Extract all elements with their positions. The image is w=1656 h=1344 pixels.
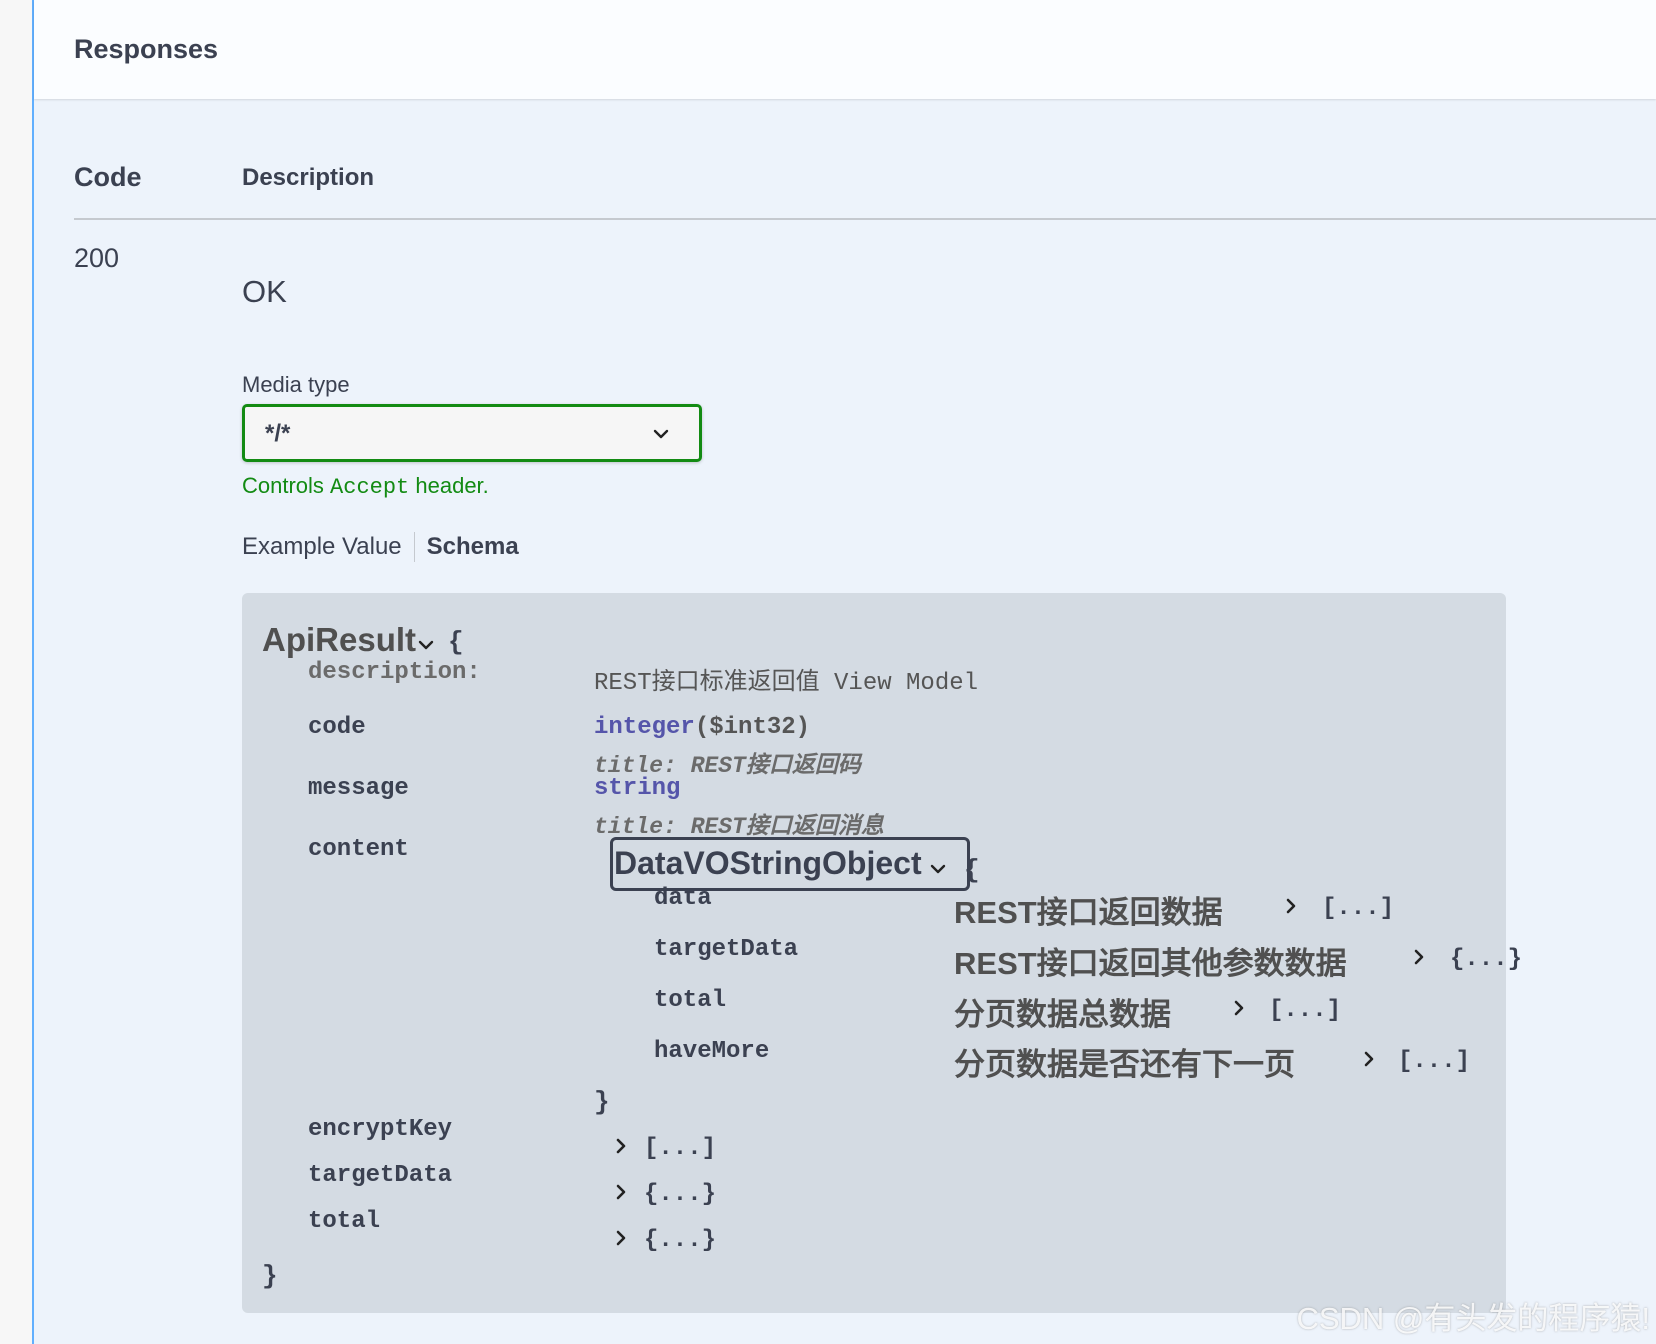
responses-title: Responses bbox=[74, 34, 219, 64]
responses-header: Responses bbox=[34, 0, 1656, 99]
model-description-key: description: bbox=[308, 659, 481, 686]
media-type-hint: Controls Accept header. bbox=[242, 473, 489, 500]
tab-example-value[interactable]: Example Value bbox=[242, 533, 402, 561]
chevron-right-icon[interactable] bbox=[614, 1230, 628, 1246]
media-type-label: Media type bbox=[242, 372, 350, 397]
content-field-description: REST接口返回数据 bbox=[954, 895, 1223, 930]
property-total: total bbox=[308, 1208, 381, 1235]
property-message-type: string bbox=[594, 775, 681, 802]
schema-model-box: ApiResult { description: REST接口标准返回值 Vie… bbox=[242, 593, 1522, 1313]
chevron-right-icon[interactable] bbox=[1362, 1051, 1376, 1067]
watermark: CSDN @有头发的程序猿! bbox=[1296, 1301, 1650, 1336]
media-type-value: */* bbox=[265, 420, 291, 447]
tab-schema[interactable]: Schema bbox=[427, 533, 519, 561]
content-field-collapsed[interactable]: [...] bbox=[1398, 1048, 1470, 1075]
content-open-brace: { bbox=[964, 855, 980, 885]
chevron-down-icon[interactable] bbox=[930, 861, 946, 877]
property-targetData-collapsed[interactable]: {...} bbox=[644, 1181, 716, 1208]
content-close-brace: } bbox=[594, 1087, 610, 1117]
example-schema-tabs: Example Value Schema bbox=[242, 532, 519, 562]
tab-divider bbox=[413, 532, 415, 562]
chevron-right-icon[interactable] bbox=[614, 1184, 628, 1200]
model-title[interactable]: ApiResult bbox=[262, 621, 416, 659]
content-field-name: haveMore bbox=[654, 1038, 770, 1065]
property-targetData: targetData bbox=[308, 1162, 453, 1189]
content-field-collapsed[interactable]: {...} bbox=[1450, 946, 1522, 973]
content-field-collapsed[interactable]: [...] bbox=[1269, 997, 1341, 1024]
accept-header-code: Accept bbox=[330, 475, 410, 500]
property-code-type: integer($int32) bbox=[594, 714, 811, 741]
property-encryptKey-collapsed[interactable]: [...] bbox=[644, 1135, 716, 1162]
response-status-code: 200 bbox=[74, 243, 120, 273]
column-header-code: Code bbox=[74, 162, 142, 192]
model-close-brace: } bbox=[262, 1261, 278, 1291]
chevron-right-icon[interactable] bbox=[1412, 949, 1426, 965]
chevron-down-icon[interactable] bbox=[418, 637, 434, 653]
property-message-title: title: REST接口返回消息 bbox=[594, 814, 884, 840]
property-encryptKey: encryptKey bbox=[308, 1116, 453, 1143]
content-field-description: 分页数据总数据 bbox=[954, 997, 1171, 1032]
responses-section: Responses Code Description 200 OK Media … bbox=[32, 0, 1656, 1344]
chevron-right-icon[interactable] bbox=[614, 1138, 628, 1154]
content-field-name: targetData bbox=[654, 936, 799, 963]
content-field-description: 分页数据是否还有下一页 bbox=[954, 1047, 1295, 1082]
column-header-description: Description bbox=[242, 164, 375, 191]
chevron-right-icon[interactable] bbox=[1284, 898, 1298, 914]
property-code: code bbox=[308, 714, 366, 741]
content-model-title: DataVOStringObject bbox=[614, 845, 922, 881]
content-field-name: data bbox=[654, 885, 712, 912]
content-field-collapsed[interactable]: [...] bbox=[1322, 895, 1394, 922]
model-open-brace: { bbox=[448, 627, 464, 657]
chevron-right-icon[interactable] bbox=[1232, 1000, 1246, 1016]
response-description: OK bbox=[242, 274, 287, 309]
property-message: message bbox=[308, 775, 409, 802]
header-divider bbox=[74, 218, 1656, 220]
content-field-description: REST接口返回其他参数数据 bbox=[954, 946, 1347, 981]
content-field-name: total bbox=[654, 987, 727, 1014]
media-type-select[interactable]: */* bbox=[242, 404, 702, 462]
property-total-collapsed[interactable]: {...} bbox=[644, 1227, 716, 1254]
property-code-title: title: REST接口返回码 bbox=[594, 753, 861, 779]
chevron-down-icon bbox=[653, 429, 669, 439]
model-description-value: REST接口标准返回值 View Model bbox=[594, 670, 979, 697]
property-content: content bbox=[308, 836, 409, 863]
